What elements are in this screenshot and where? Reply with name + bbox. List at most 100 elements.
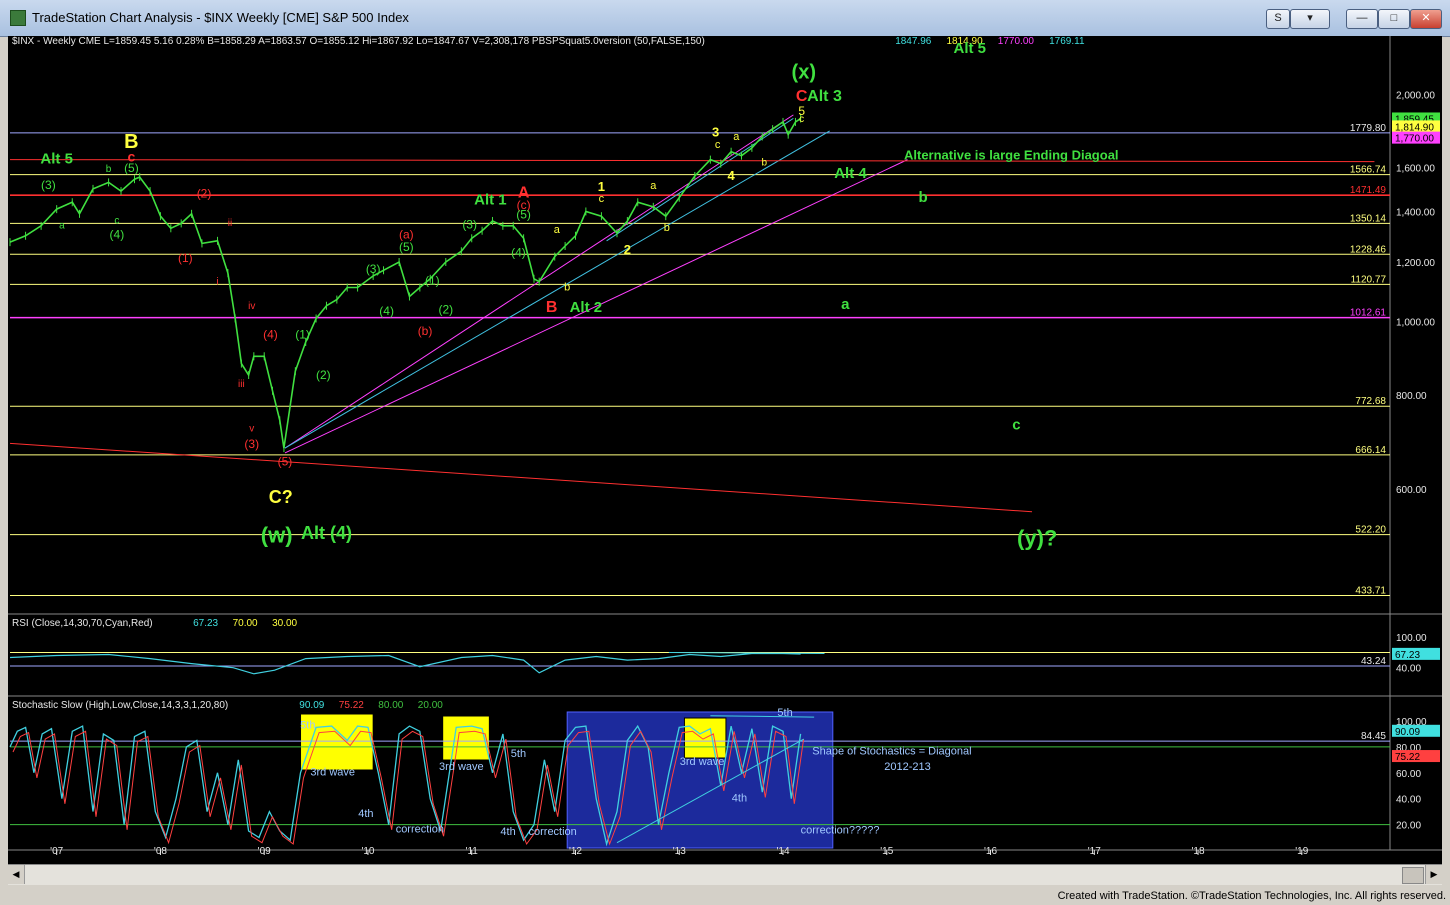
stoch-header-segment: 80.00 — [378, 700, 403, 711]
date-axis-tick: '16 — [984, 846, 997, 857]
wave-annotation: a — [650, 180, 657, 192]
rsi-value-tag-label: 67.23 — [1395, 650, 1420, 661]
wave-annotation: c — [799, 114, 804, 125]
date-axis-tick: '10 — [361, 846, 374, 857]
date-axis-tick: '11 — [466, 846, 479, 857]
stoch-annotation: 5th — [511, 748, 526, 760]
scroll-thumb[interactable] — [1402, 867, 1424, 884]
stoch-annotation: 4th — [732, 792, 747, 804]
price-axis-tick: 600.00 — [1396, 485, 1427, 496]
rsi-header-segment: 70.00 — [233, 618, 258, 629]
wave-annotation: c — [599, 193, 605, 205]
date-axis-tick: '12 — [569, 846, 582, 857]
trendline[interactable] — [9, 159, 1375, 163]
scroll-left-arrow-icon[interactable]: ◀ — [8, 865, 25, 884]
wave-annotation: Alt 1 — [474, 192, 507, 209]
trendline[interactable] — [9, 442, 1033, 513]
title-bar: TradeStation Chart Analysis - $INX Weekl… — [0, 0, 1450, 37]
wave-annotation: (4) — [379, 304, 394, 318]
stoch-annotation: 3rd wave — [310, 766, 355, 778]
wave-annotation: Alt 5 — [40, 151, 73, 168]
close-button[interactable]: ✕ — [1410, 9, 1442, 29]
dropdown-button[interactable]: ▾ — [1290, 9, 1330, 29]
wave-annotation: 3 — [712, 124, 719, 139]
wave-annotation: c — [715, 139, 721, 151]
horizontal-scrollbar[interactable]: ◀ ▶ — [8, 864, 1442, 885]
date-axis-tick: '07 — [50, 846, 63, 857]
minimize-button[interactable]: — — [1346, 9, 1378, 29]
wave-annotation: (2) — [316, 368, 331, 382]
wave-annotation: v — [249, 424, 254, 435]
wave-annotation: (1) — [425, 274, 440, 288]
footer-credit: Created with TradeStation. ©TradeStation… — [1057, 890, 1446, 902]
stoch-annotation: 2012-213 — [884, 761, 931, 773]
wave-annotation: (4) — [110, 227, 125, 241]
rsi-header-segment: 30.00 — [272, 618, 297, 629]
price-header-segment: 1770.00 — [998, 36, 1035, 47]
stoch-annotation: correction — [529, 826, 577, 838]
stoch-axis-tick: 60.00 — [1396, 769, 1421, 780]
wave-annotation: (x) — [792, 62, 816, 84]
price-axis-tick: 800.00 — [1396, 391, 1427, 402]
horizontal-level-label: 1566.74 — [1350, 165, 1387, 176]
price-axis-tick: 1,200.00 — [1396, 258, 1435, 269]
rsi-level-label: 43.24 — [1361, 656, 1386, 667]
wave-annotation: (1) — [178, 251, 193, 265]
stoch-annotation: Shape of Stochastics = Diagonal — [812, 746, 971, 758]
wave-annotation: (2) — [197, 187, 212, 201]
horizontal-level-label: 772.68 — [1355, 396, 1386, 407]
wave-annotation: (3) — [41, 178, 56, 192]
wave-annotation: a — [841, 296, 850, 313]
wave-annotation: a — [733, 131, 740, 143]
wave-annotation: (y)? — [1017, 526, 1057, 551]
stoch-annotation: 3rd wave — [439, 761, 484, 773]
stoch-annotation: 4th — [358, 808, 373, 820]
wave-annotation: b — [918, 189, 927, 206]
stoch-annotation: correction????? — [801, 825, 880, 837]
wave-annotation: B — [546, 299, 558, 316]
wave-annotation: b — [564, 281, 570, 293]
wave-annotation: c — [1012, 416, 1020, 433]
horizontal-level-label: 1228.46 — [1350, 244, 1387, 255]
wave-annotation: (5) — [399, 240, 414, 254]
wave-annotation: Alt (4) — [301, 523, 352, 543]
scroll-right-arrow-icon[interactable]: ▶ — [1425, 865, 1442, 884]
horizontal-level-label: 433.71 — [1355, 585, 1386, 596]
wave-annotation: a — [554, 224, 561, 236]
date-axis-tick: '14 — [776, 846, 789, 857]
date-axis-tick: '13 — [673, 846, 686, 857]
date-axis-tick: '18 — [1192, 846, 1205, 857]
wave-annotation: Alt 2 — [570, 299, 603, 316]
wave-annotation: (3) — [462, 217, 477, 231]
trendline[interactable] — [606, 117, 794, 242]
chart-area[interactable]: $INX - Weekly CME L=1859.45 5.16 0.28% B… — [8, 36, 1442, 884]
wave-annotation: (b) — [418, 324, 433, 338]
stoch-axis-tick: 40.00 — [1396, 795, 1421, 806]
wave-annotation: Alternative is large Ending Diagoal — [904, 148, 1119, 163]
wave-annotation: 2 — [624, 242, 631, 257]
date-axis-tick: '15 — [880, 846, 893, 857]
wave-annotation: b — [106, 164, 112, 175]
price-header-segment: 1847.96 — [895, 36, 932, 47]
stoch-header-segment: 90.09 — [299, 700, 324, 711]
date-axis-tick: '08 — [154, 846, 167, 857]
third-wave-box[interactable] — [442, 715, 490, 761]
rsi-header-segment: 67.23 — [193, 618, 218, 629]
wave-annotation: iv — [248, 301, 255, 312]
price-axis-tick: 1,600.00 — [1396, 164, 1435, 175]
stoch-axis-tick: 20.00 — [1396, 821, 1421, 832]
stoch-annotation: 5th — [777, 707, 792, 719]
trendline[interactable] — [284, 130, 830, 449]
stoch-header-segment: Stochastic Slow (High,Low,Close,14,3,3,1… — [12, 700, 228, 711]
maximize-button[interactable]: □ — [1378, 9, 1410, 29]
wave-annotation: (4) — [511, 246, 526, 260]
window-title: TradeStation Chart Analysis - $INX Weekl… — [32, 10, 409, 25]
wave-annotation: Alt 3 — [807, 88, 842, 105]
wave-annotation: ii — [228, 218, 232, 229]
symbol-link-button[interactable]: S — [1266, 9, 1290, 29]
chart-canvas[interactable]: $INX - Weekly CME L=1859.45 5.16 0.28% B… — [8, 36, 1442, 884]
wave-annotation: Alt 4 — [834, 165, 867, 182]
wave-annotation: C? — [269, 487, 293, 507]
stoch-annotation: 3rd wave — [680, 756, 725, 768]
price-header-segment: 1769.11 — [1049, 36, 1085, 47]
